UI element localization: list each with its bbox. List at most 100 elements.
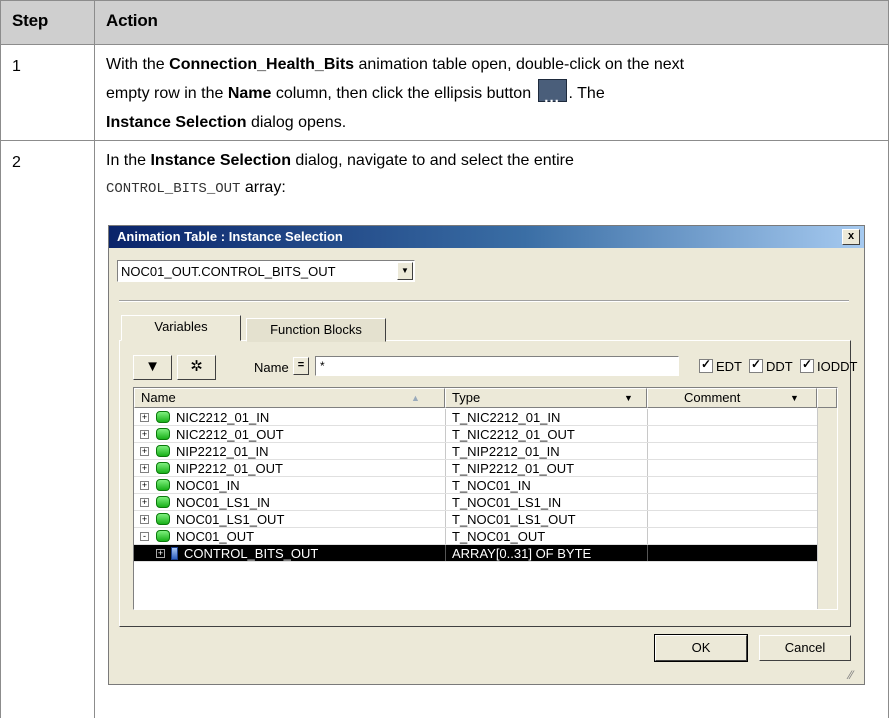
- variables-grid: Name ▲ Type ▼ Comment ▼ + NIC2212_01_IN T_…: [133, 387, 838, 610]
- expand-toggle-icon[interactable]: +: [140, 464, 149, 473]
- table-row[interactable]: + NIC2212_01_OUT T_NIC2212_01_OUT: [134, 426, 817, 443]
- step-2-line-1: In the Instance Selection dialog, naviga…: [106, 152, 574, 169]
- variable-name: NOC01_LS1_OUT: [176, 512, 285, 527]
- column-header-name[interactable]: Name ▲: [134, 388, 445, 408]
- variable-comment: [647, 460, 818, 477]
- divider: [119, 300, 849, 302]
- step-1-line-2: empty row in the Name column, then click…: [106, 79, 605, 109]
- table-row[interactable]: + NOC01_LS1_OUT T_NOC01_LS1_OUT: [134, 511, 817, 528]
- column-header-filler: [817, 388, 837, 408]
- expand-toggle-icon[interactable]: -: [140, 532, 149, 541]
- column-header-type[interactable]: Type ▼: [445, 388, 647, 408]
- instance-selection-dialog: Animation Table : Instance Selection x N…: [108, 225, 865, 685]
- variable-type: ARRAY[0..31] OF BYTE: [445, 545, 647, 562]
- header-action: Action: [106, 11, 158, 30]
- border-top: [0, 0, 889, 1]
- filter-funnel-icon[interactable]: ▼: [133, 355, 172, 380]
- step-2-line-2: CONTROL_BITS_OUT array:: [106, 179, 286, 197]
- checkbox-ddt[interactable]: ✓ DDT: [749, 357, 793, 374]
- expand-toggle-icon[interactable]: +: [140, 481, 149, 490]
- variable-name: NOC01_LS1_IN: [176, 495, 270, 510]
- variable-name: NIC2212_01_IN: [176, 410, 270, 425]
- border-left: [0, 0, 1, 718]
- structure-variable-icon: [156, 479, 170, 491]
- equals-button[interactable]: =: [293, 357, 309, 375]
- variable-type: T_NOC01_OUT: [445, 528, 647, 545]
- structure-variable-icon: [156, 445, 170, 457]
- variable-name: NOC01_OUT: [176, 529, 255, 544]
- row-divider: [0, 140, 889, 141]
- resize-grip-icon[interactable]: ⁄⁄: [849, 669, 861, 681]
- variable-name: NOC01_IN: [176, 478, 240, 493]
- close-icon[interactable]: x: [842, 229, 860, 245]
- column-divider: [94, 0, 95, 718]
- expand-toggle-icon[interactable]: +: [140, 430, 149, 439]
- variable-comment: [647, 443, 818, 460]
- structure-variable-icon: [156, 411, 170, 423]
- variable-name: CONTROL_BITS_OUT: [184, 546, 319, 561]
- variable-type: T_NOC01_LS1_IN: [445, 494, 647, 511]
- variable-name: NIP2212_01_OUT: [176, 461, 283, 476]
- cancel-button[interactable]: Cancel: [759, 635, 851, 661]
- checkbox-edt[interactable]: ✓ EDT: [699, 357, 742, 374]
- structure-variable-icon: [156, 513, 170, 525]
- structure-variable-icon: [156, 428, 170, 440]
- ok-button[interactable]: OK: [654, 634, 748, 662]
- table-row[interactable]: - NOC01_OUT T_NOC01_OUT: [134, 528, 817, 545]
- structure-variable-icon: [156, 530, 170, 542]
- expand-toggle-icon[interactable]: +: [140, 515, 149, 524]
- variable-name: NIP2212_01_IN: [176, 444, 269, 459]
- header-step: Step: [12, 11, 49, 30]
- variable-name: NIC2212_01_OUT: [176, 427, 284, 442]
- variable-comment: [647, 511, 818, 528]
- step-number: 1: [12, 58, 21, 75]
- variable-comment: [647, 477, 818, 494]
- ellipsis-button-icon: ...: [537, 79, 567, 106]
- combo-value: NOC01_OUT.CONTROL_BITS_OUT: [121, 264, 336, 279]
- variable-type: T_NIC2212_01_IN: [445, 409, 647, 426]
- step-1-line-3: Instance Selection dialog opens.: [106, 114, 347, 131]
- table-row[interactable]: + CONTROL_BITS_OUT ARRAY[0..31] OF BYTE: [134, 545, 817, 562]
- dialog-titlebar[interactable]: Animation Table : Instance Selection x: [109, 226, 864, 248]
- gear-variables-icon[interactable]: ✲: [177, 355, 216, 380]
- structure-variable-icon: [156, 496, 170, 508]
- dialog-title: Animation Table : Instance Selection: [117, 229, 343, 244]
- filter-name-label: Name: [254, 360, 289, 375]
- variable-type: T_NIC2212_01_OUT: [445, 426, 647, 443]
- table-row[interactable]: + NOC01_IN T_NOC01_IN: [134, 477, 817, 494]
- step-number: 2: [12, 154, 21, 171]
- variable-comment: [647, 409, 818, 426]
- array-variable-icon: [171, 547, 178, 560]
- sort-ascending-icon: ▲: [411, 393, 420, 403]
- table-row[interactable]: + NIP2212_01_IN T_NIP2212_01_IN: [134, 443, 817, 460]
- variable-type: T_NIP2212_01_OUT: [445, 460, 647, 477]
- variable-type: T_NIP2212_01_IN: [445, 443, 647, 460]
- procedure-table: Step Action 1 With the Connection_Health…: [0, 0, 889, 718]
- structure-variable-icon: [156, 462, 170, 474]
- expand-toggle-icon[interactable]: +: [140, 413, 149, 422]
- table-row[interactable]: + NOC01_LS1_IN T_NOC01_LS1_IN: [134, 494, 817, 511]
- chevron-down-icon[interactable]: ▼: [624, 389, 633, 407]
- header-divider: [0, 44, 889, 45]
- vertical-scrollbar[interactable]: [817, 408, 837, 609]
- step-1-line-1: With the Connection_Health_Bits animatio…: [106, 56, 685, 73]
- chevron-down-icon[interactable]: ▼: [790, 389, 799, 407]
- variable-type: T_NOC01_LS1_OUT: [445, 511, 647, 528]
- variable-comment: [647, 426, 818, 443]
- table-row[interactable]: + NIC2212_01_IN T_NIC2212_01_IN: [134, 409, 817, 426]
- name-filter-input[interactable]: *: [315, 356, 679, 376]
- tab-variables[interactable]: Variables: [121, 315, 241, 341]
- tab-function-blocks[interactable]: Function Blocks: [246, 318, 386, 342]
- variable-comment: [647, 545, 818, 562]
- chevron-down-icon[interactable]: ▼: [397, 262, 413, 280]
- variable-comment: [647, 528, 818, 545]
- expand-toggle-icon[interactable]: +: [156, 549, 165, 558]
- column-header-comment[interactable]: Comment ▼: [647, 388, 817, 408]
- instance-combo[interactable]: NOC01_OUT.CONTROL_BITS_OUT ▼: [117, 260, 415, 282]
- variable-type: T_NOC01_IN: [445, 477, 647, 494]
- expand-toggle-icon[interactable]: +: [140, 447, 149, 456]
- variable-comment: [647, 494, 818, 511]
- checkbox-ioddt[interactable]: ✓ IODDT: [800, 357, 857, 374]
- expand-toggle-icon[interactable]: +: [140, 498, 149, 507]
- table-row[interactable]: + NIP2212_01_OUT T_NIP2212_01_OUT: [134, 460, 817, 477]
